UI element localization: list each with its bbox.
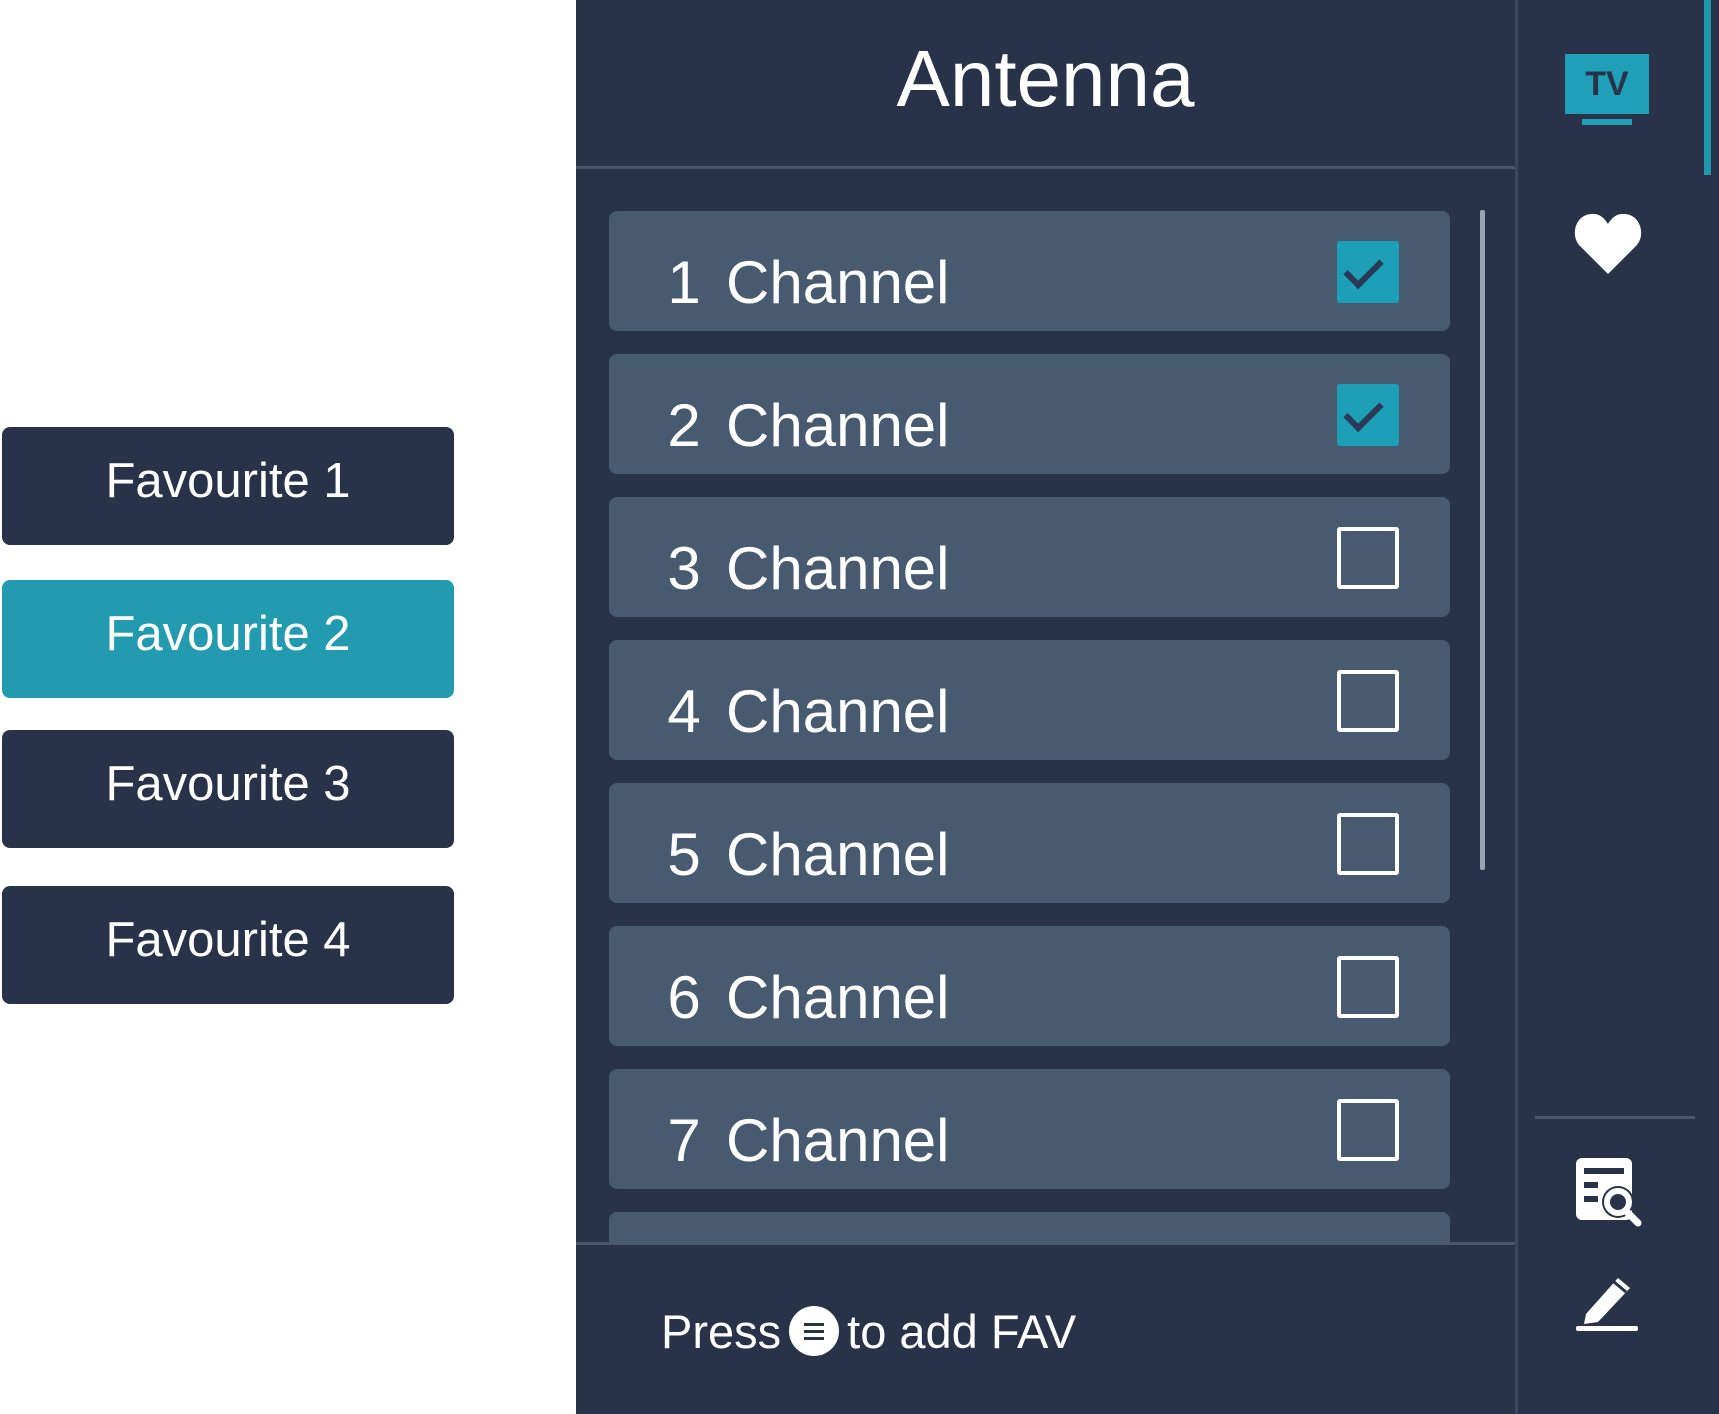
channel-number: 1 bbox=[667, 249, 701, 316]
channel-list-scrollbar[interactable] bbox=[1480, 210, 1485, 870]
channel-number: 7 bbox=[667, 1107, 701, 1174]
edit-icon[interactable] bbox=[1574, 1270, 1640, 1332]
favourite-2-button[interactable]: Favourite 2 bbox=[2, 580, 454, 698]
channel-row[interactable]: 4 Channel bbox=[609, 640, 1450, 760]
footer-suffix: to add FAV bbox=[847, 1304, 1077, 1358]
channel-row[interactable]: 3 Channel bbox=[609, 497, 1450, 617]
menu-icon bbox=[789, 1306, 840, 1356]
channel-number: 6 bbox=[667, 964, 701, 1031]
panel-title: Antenna bbox=[896, 33, 1195, 123]
heart-icon[interactable] bbox=[1573, 210, 1643, 276]
channel-checkbox[interactable] bbox=[1337, 813, 1399, 875]
channel-number: 5 bbox=[667, 821, 701, 888]
channel-row[interactable]: 5 Channel bbox=[609, 783, 1450, 903]
channel-number: 2 bbox=[667, 392, 701, 459]
channel-row[interactable]: 1 Channel bbox=[609, 211, 1450, 331]
channel-row-partial[interactable] bbox=[609, 1212, 1450, 1242]
rail-scroll-indicator bbox=[1704, 0, 1711, 175]
favourite-label: Favourite 3 bbox=[105, 757, 351, 811]
channel-checkbox[interactable] bbox=[1337, 670, 1399, 732]
channel-name: Channel bbox=[726, 678, 950, 745]
channel-name: Channel bbox=[726, 821, 950, 888]
channel-name: Channel bbox=[726, 535, 950, 602]
channel-name: Channel bbox=[726, 964, 950, 1031]
rail-divider bbox=[1535, 1116, 1695, 1119]
check-icon bbox=[1343, 248, 1384, 290]
channel-row[interactable]: 2 Channel bbox=[609, 354, 1450, 474]
channel-name: Channel bbox=[726, 1107, 950, 1174]
channel-checkbox[interactable] bbox=[1337, 1099, 1399, 1161]
channel-checkbox[interactable] bbox=[1337, 527, 1399, 589]
check-icon bbox=[1343, 391, 1384, 433]
channel-row[interactable]: 6 Channel bbox=[609, 926, 1450, 1046]
tv-icon-label: TV bbox=[1565, 54, 1649, 114]
favourite-1-button[interactable]: Favourite 1 bbox=[2, 427, 454, 545]
tv-stand bbox=[1582, 119, 1632, 125]
tv-icon[interactable]: TV bbox=[1565, 54, 1649, 126]
search-list-icon[interactable] bbox=[1574, 1156, 1644, 1228]
channel-name: Channel bbox=[726, 249, 950, 316]
channel-list: 1 Channel 2 Channel 3 Channel 4 Channel … bbox=[576, 169, 1515, 1242]
footer-divider bbox=[576, 1242, 1515, 1245]
channel-checkbox[interactable] bbox=[1337, 384, 1399, 446]
channel-number: 3 bbox=[667, 535, 701, 602]
favourite-label: Favourite 1 bbox=[105, 454, 351, 508]
side-rail: TV bbox=[1518, 0, 1719, 1414]
channel-name: Channel bbox=[726, 392, 950, 459]
favourite-label: Favourite 4 bbox=[105, 913, 351, 967]
channel-number: 4 bbox=[667, 678, 701, 745]
channel-panel: Antenna 1 Channel 2 Channel 3 Channel 4 … bbox=[576, 0, 1515, 1414]
channel-checkbox[interactable] bbox=[1337, 241, 1399, 303]
favourite-label: Favourite 2 bbox=[105, 607, 351, 661]
favourite-3-button[interactable]: Favourite 3 bbox=[2, 730, 454, 848]
footer-prefix: Press bbox=[661, 1304, 782, 1358]
channel-row[interactable]: 7 Channel bbox=[609, 1069, 1450, 1189]
favourite-4-button[interactable]: Favourite 4 bbox=[2, 886, 454, 1004]
channel-checkbox[interactable] bbox=[1337, 956, 1399, 1018]
footer-hint: Press to add FAV bbox=[661, 1296, 1076, 1366]
